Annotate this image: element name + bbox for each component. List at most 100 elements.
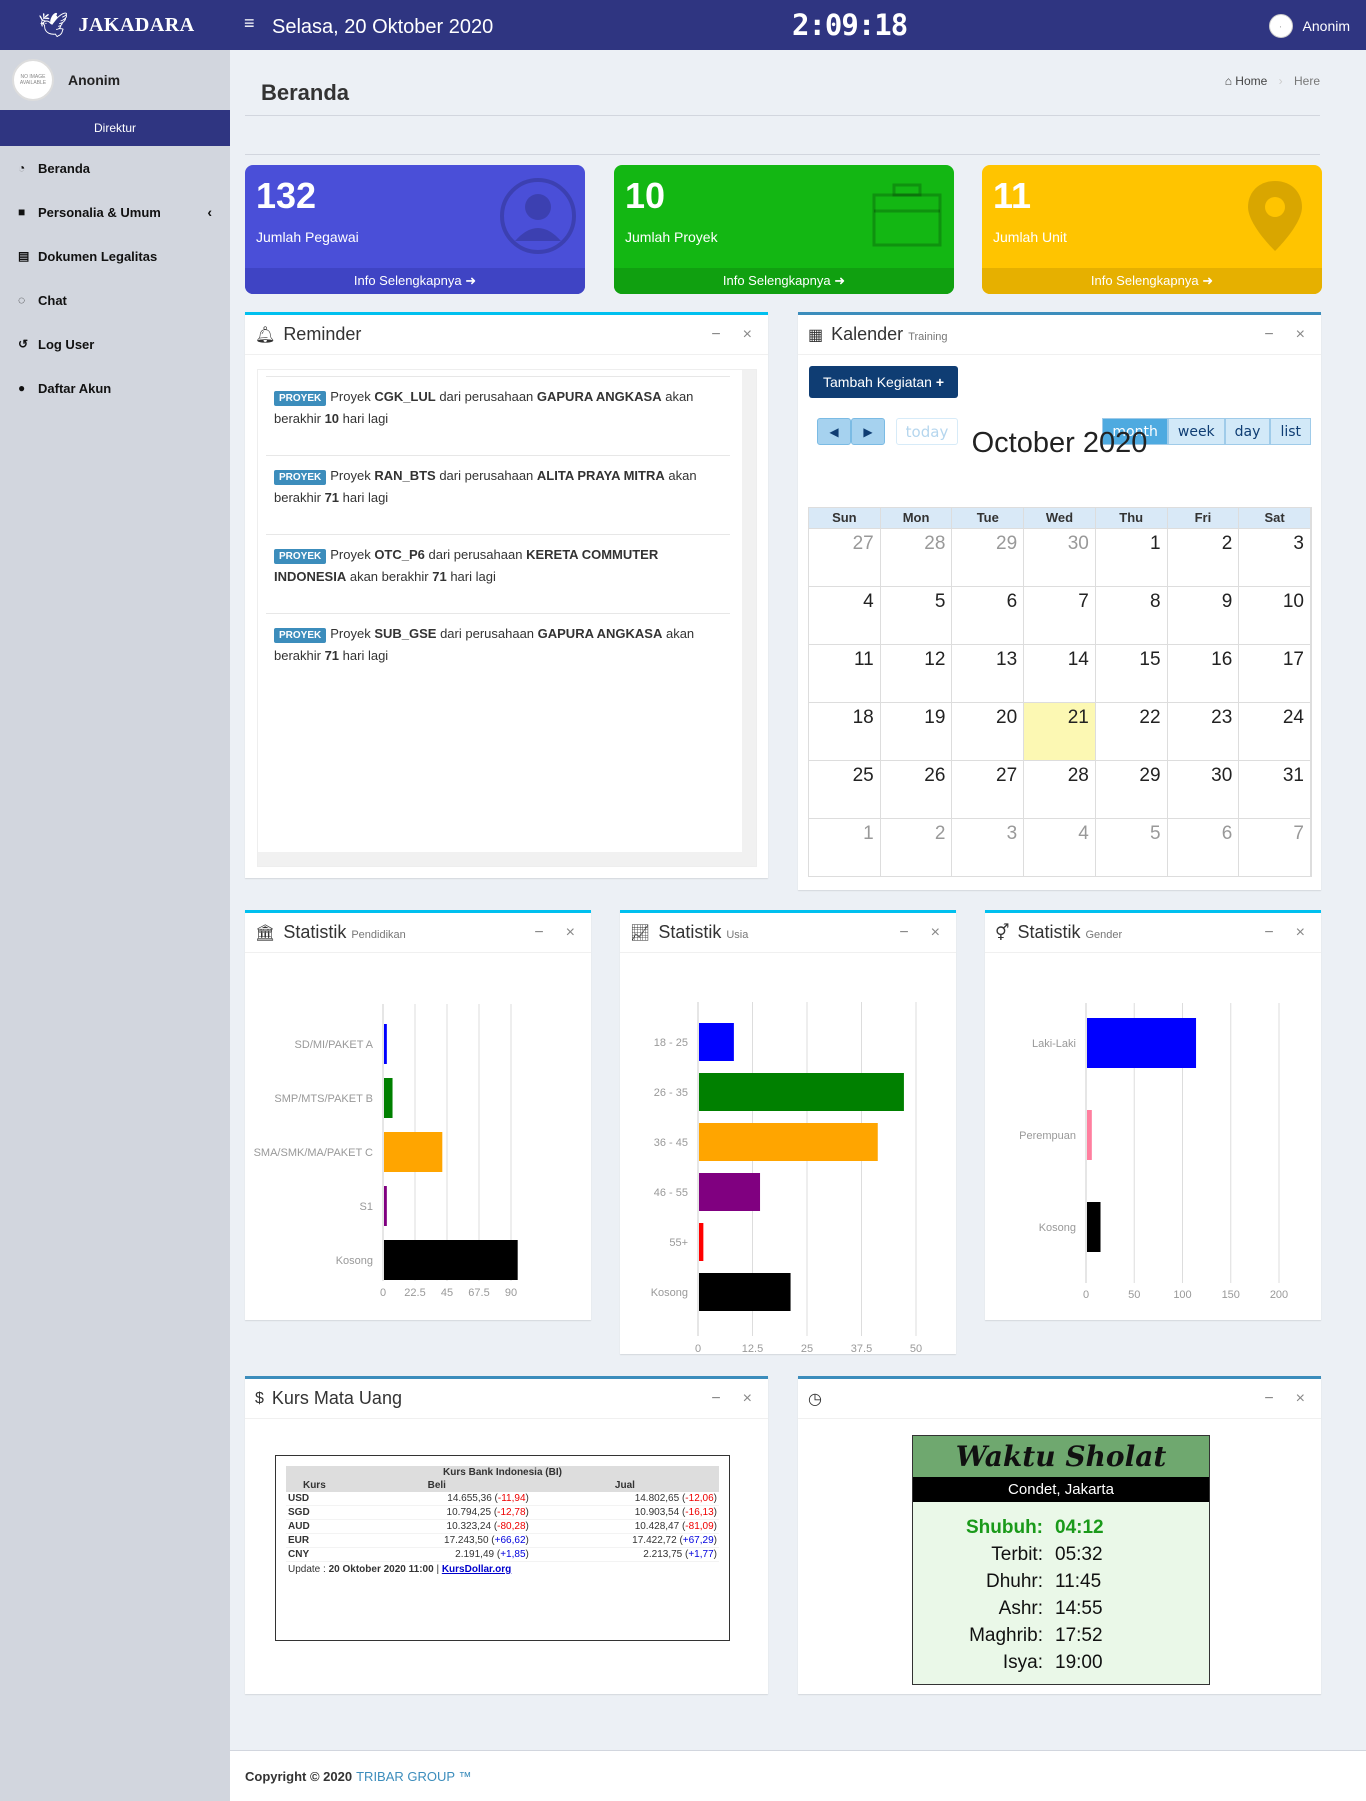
footer-company-link[interactable]: TRIBAR GROUP ™ [356,1769,471,1784]
minimize-icon[interactable]: − [1264,326,1273,344]
calendar-day-cell[interactable]: 27 [809,529,881,586]
chart-bar[interactable] [384,1078,393,1118]
calendar-day-cell[interactable]: 1 [809,819,881,876]
minimize-icon[interactable]: − [711,326,720,344]
close-icon[interactable]: × [1296,326,1305,344]
calendar-day-cell[interactable]: 23 [1168,703,1240,760]
kurs-jual-change: -16,13 [685,1507,714,1518]
chart-bar[interactable] [699,1273,791,1311]
calendar-day-cell[interactable]: 19 [881,703,953,760]
calendar-day-cell[interactable]: 9 [1168,587,1240,644]
sidebar-item-log-user[interactable]: ↺ Log User [0,322,230,366]
pendidikan-bar-chart: 0 22.5 45 67.5 90 SD/MI/PAKET A SMP/MTS/PAKET … [254,1004,518,1299]
calendar-day-cell[interactable]: 3 [1239,529,1311,586]
chart-bar[interactable] [1087,1018,1197,1068]
minimize-icon[interactable]: − [534,924,543,942]
arrow-circle-right-icon: ➜ [834,273,846,288]
breadcrumb-home[interactable]: Home [1235,74,1267,88]
calendar-day-cell[interactable]: 6 [1168,819,1240,876]
calendar-day-cell[interactable]: 30 [1168,761,1240,818]
calendar-day-cell[interactable]: 31 [1239,761,1311,818]
sidebar-item-dokumen[interactable]: ▤ Dokumen Legalitas [0,234,230,278]
stat-more-link[interactable]: Info Selengkapnya ➜ [614,268,954,294]
reminder-list[interactable]: PROYEK Proyek CGK_LUL dari perusahaan GAP… [257,369,757,867]
vertical-scrollbar[interactable] [742,370,756,854]
calendar-day-cell[interactable]: 7 [1024,587,1096,644]
calendar-day-cell[interactable]: 15 [1096,645,1168,702]
calendar-day-cell[interactable]: 25 [809,761,881,818]
stat-box-proyek: 10 Jumlah Proyek Info Selengkapnya ➜ [614,165,954,294]
calendar-day-cell[interactable]: 1 [1096,529,1168,586]
close-icon[interactable]: × [743,1390,752,1408]
calendar-day-cell[interactable]: 5 [881,587,953,644]
calendar-day-cell[interactable]: 24 [1239,703,1311,760]
calendar-day-cell[interactable]: 7 [1239,819,1311,876]
calendar-day-cell[interactable]: 6 [952,587,1025,644]
brand-logo[interactable]: 🕊 JAKADARA [0,0,230,50]
chart-bar[interactable] [1087,1110,1092,1160]
close-icon[interactable]: × [1296,1390,1305,1408]
chart-bar[interactable] [699,1223,704,1261]
calendar-day-cell[interactable]: 22 [1096,703,1168,760]
chart-bar[interactable] [384,1240,518,1280]
calendar-day-cell[interactable]: 13 [952,645,1025,702]
sidebar-item-chat[interactable]: ◌ Chat [0,278,230,322]
chart-bar[interactable] [699,1023,734,1061]
calendar-day-cell[interactable]: 2 [881,819,953,876]
chart-bar[interactable] [1087,1202,1101,1252]
kurs-jual-value: 2.213,75 [643,1549,683,1560]
panel-tools: − × [711,326,752,344]
calendar-day-cell[interactable]: 30 [1024,529,1096,586]
calendar-day-cell[interactable]: 4 [1024,819,1096,876]
calendar-day-cell[interactable]: 20 [952,703,1025,760]
calendar-day-cell[interactable]: 17 [1239,645,1311,702]
calendar-day-cell[interactable]: 28 [1024,761,1096,818]
minimize-icon[interactable]: − [1264,1390,1273,1408]
calendar-day-cell[interactable]: 16 [1168,645,1240,702]
stat-more-link[interactable]: Info Selengkapnya ➜ [982,268,1322,294]
kurs-row: CNY 2.191,49 (+1,85) 2.213,75 (+1,77) [286,1547,719,1562]
calendar-day-cell[interactable]: 26 [881,761,953,818]
close-icon[interactable]: × [1296,924,1305,942]
calendar-day-cell[interactable]: 11 [809,645,881,702]
calendar-day-cell[interactable]: 18 [809,703,881,760]
chart-bar[interactable] [699,1123,878,1161]
calendar-day-cell[interactable]: 27 [952,761,1025,818]
chart-bar[interactable] [384,1132,443,1172]
calendar-day-cell[interactable]: 14 [1024,645,1096,702]
minimize-icon[interactable]: − [1264,924,1273,942]
stat-more-link[interactable]: Info Selengkapnya ➜ [245,268,585,294]
kurs-source-link[interactable]: KursDollar.org [442,1564,511,1575]
calendar-day-cell[interactable]: 4 [809,587,881,644]
calendar-day-cell[interactable]: 3 [952,819,1025,876]
close-icon[interactable]: × [566,924,575,942]
add-event-button[interactable]: Tambah Kegiatan + [809,366,959,398]
sidebar-item-beranda[interactable]: ◔ Beranda [0,146,230,190]
calendar-day-cell[interactable]: 5 [1096,819,1168,876]
close-icon[interactable]: × [931,924,940,942]
horizontal-scrollbar[interactable] [258,852,756,866]
chart-bar[interactable] [384,1024,387,1064]
calendar-day-cell[interactable]: 8 [1096,587,1168,644]
chart-bar[interactable] [699,1073,904,1111]
chart-bar[interactable] [699,1173,761,1211]
panel-title: Statistik [283,922,347,942]
close-icon[interactable]: × [743,326,752,344]
minimize-icon[interactable]: − [899,924,908,942]
user-icon [500,178,576,254]
user-menu[interactable]: ▪ Anonim [1268,14,1350,38]
calendar-day-cell[interactable]: 29 [1096,761,1168,818]
calendar-day-cell[interactable]: 29 [952,529,1025,586]
calendar-day-cell[interactable]: 10 [1239,587,1311,644]
kurs-jual-change: +67,29 [682,1535,714,1546]
calendar-day-cell[interactable]: 2 [1168,529,1240,586]
calendar-day-cell[interactable]: 21 [1024,703,1096,760]
sidebar-item-daftar-akun[interactable]: ● Daftar Akun [0,366,230,410]
chart-bar[interactable] [384,1186,387,1226]
sidebar-item-personalia[interactable]: ■ Personalia & Umum ‹ [0,190,230,234]
minimize-icon[interactable]: − [711,1390,720,1408]
calendar-day-cell[interactable]: 28 [881,529,953,586]
reminder-item: PROYEK Proyek SUB_GSE dari perusahaan GAP… [266,613,730,692]
calendar-day-cell[interactable]: 12 [881,645,953,702]
menu-toggle-icon[interactable]: ≡ [244,13,255,34]
